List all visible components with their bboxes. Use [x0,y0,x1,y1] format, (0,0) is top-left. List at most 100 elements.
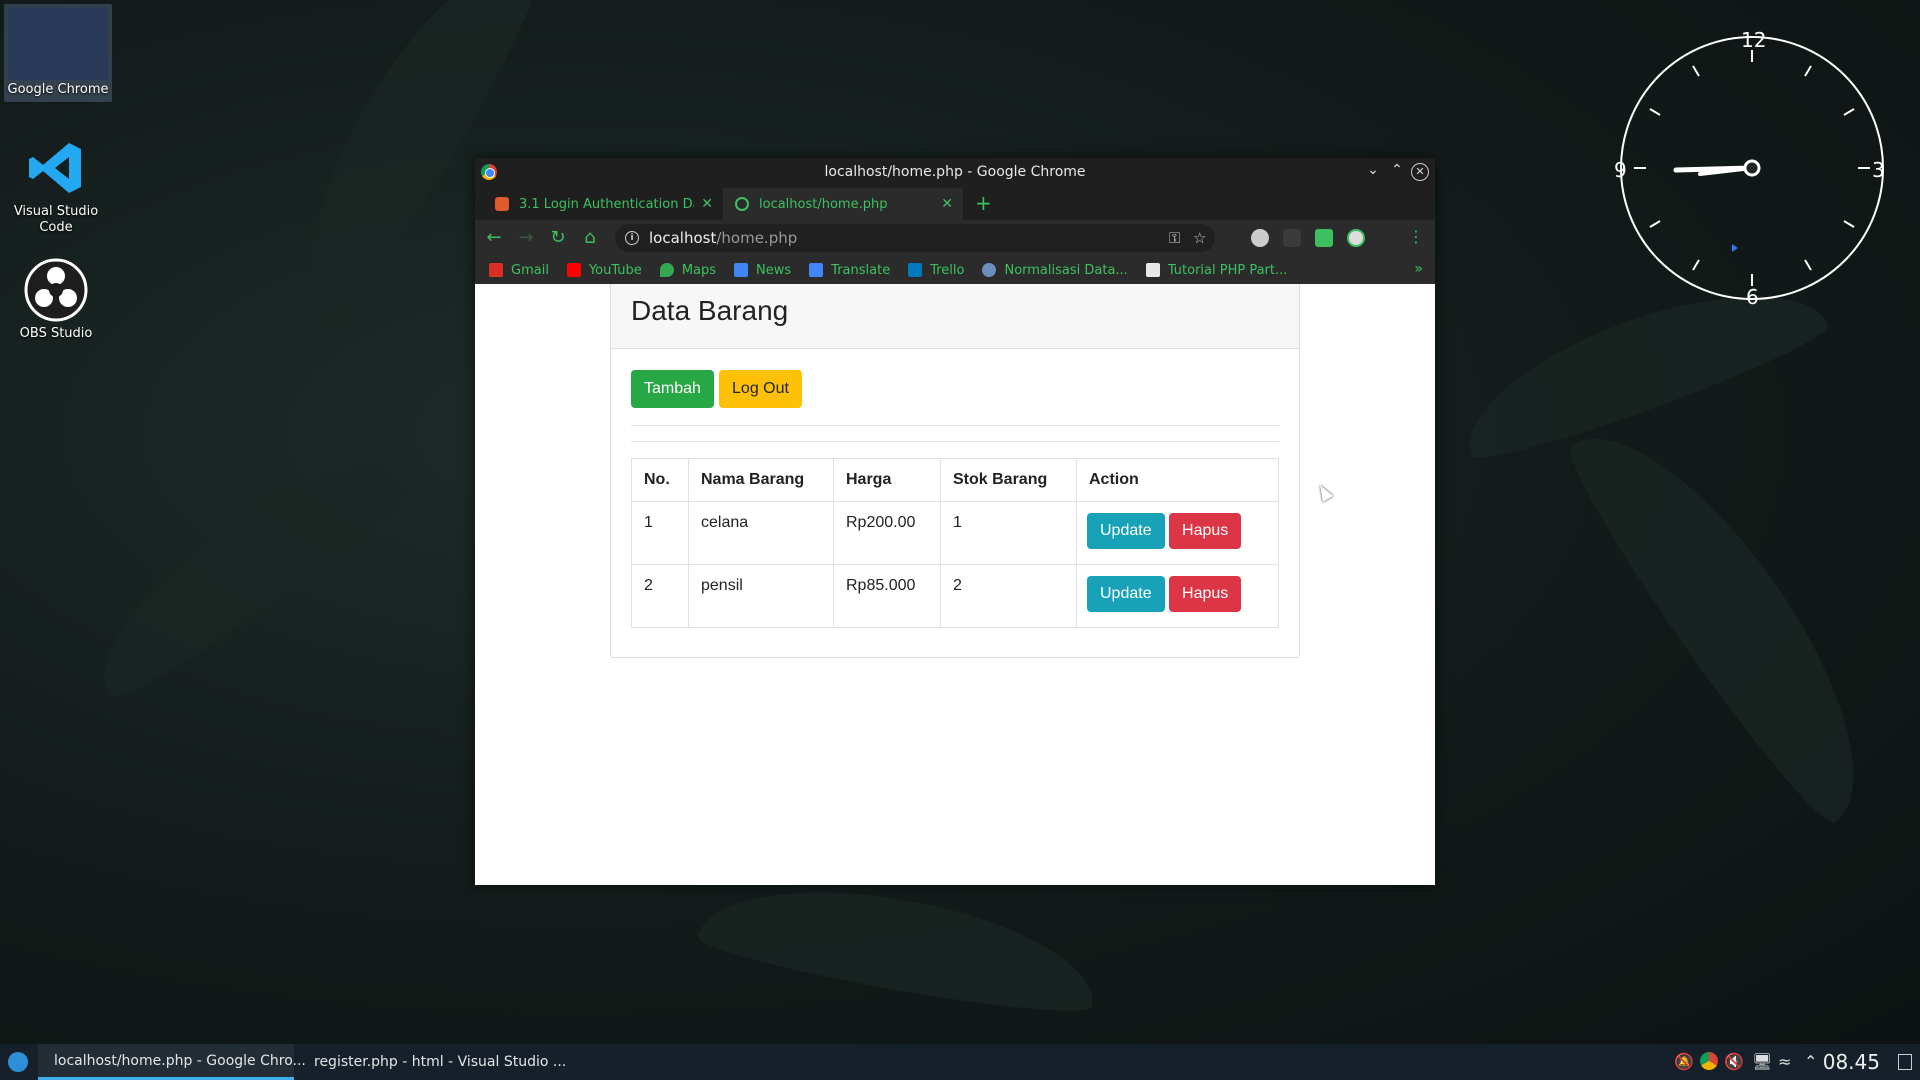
delete-button[interactable]: Hapus [1169,513,1242,549]
column-header-harga: Harga [833,458,941,502]
window-title: localhost/home.php - Google Chrome [824,164,1086,180]
profile-avatar[interactable] [1347,229,1365,247]
notifications-muted-icon[interactable]: 🔕 [1674,1052,1694,1071]
obs-icon [24,258,88,322]
display-icon[interactable]: 🖥 [1752,1052,1772,1071]
tray-expand-icon[interactable]: ⌃ [1804,1052,1817,1071]
table-row: 2 pensil Rp85.000 2 Update Hapus [631,564,1279,628]
add-button[interactable]: Tambah [631,370,714,408]
desktop-icon-label: Visual Studio Code [13,204,99,235]
clock-face [1634,50,1870,286]
bookmark-youtube[interactable]: YouTube [566,262,642,278]
extension-globe-icon[interactable] [1251,229,1269,247]
column-header-nama: Nama Barang [688,458,834,502]
update-button[interactable]: Update [1087,576,1165,612]
items-table: No. Nama Barang Harga Stok Barang Action… [631,458,1279,628]
bookmark-news[interactable]: News [734,263,791,278]
task-vscode[interactable]: register.php - html - Visual Studio ... [298,1044,566,1080]
task-chrome[interactable]: localhost/home.php - Google Chro... [38,1044,306,1080]
wallpaper-leaf [1553,395,1907,835]
wordpress-icon [982,263,997,277]
taskbar: localhost/home.php - Google Chro... regi… [0,1044,1920,1080]
close-tab-icon[interactable]: ✕ [941,196,953,212]
close-window-button[interactable]: ✕ [1411,163,1429,181]
clock-number-9: 9 [1614,158,1627,182]
clock-time[interactable]: 08.45 [1823,1050,1880,1074]
star-icon[interactable]: ☆ [1193,229,1206,247]
trello-favicon-icon [495,197,509,211]
chrome-icon [8,8,108,80]
trello-icon [908,263,923,277]
chrome-tray-icon[interactable] [1700,1052,1718,1070]
window-titlebar[interactable]: localhost/home.php - Google Chrome ⌄ ⌃ ✕ [475,158,1435,186]
cell-harga: Rp85.000 [833,564,941,628]
home-icon[interactable]: ⌂ [579,227,601,248]
tab-home[interactable]: localhost/home.php ✕ [723,188,963,220]
info-icon[interactable]: i [625,231,639,245]
browser-toolbar: ← → ↻ ⌂ i localhost/home.php ⚿ ☆ ⋮ [475,220,1435,256]
translate-icon [809,263,824,277]
clock-number-3: 3 [1872,158,1885,182]
wifi-icon[interactable]: ≈ [1778,1052,1791,1071]
bookmark-translate[interactable]: Translate [809,263,890,278]
address-bar[interactable]: i localhost/home.php ⚿ ☆ [615,224,1215,252]
bookmark-label: Normalisasi Data... [1004,262,1128,278]
bookmark-normalisasi[interactable]: Normalisasi Data... [982,262,1128,278]
card-header: Data Barang [611,284,1299,349]
clock-number-12: 12 [1741,28,1767,52]
minimize-icon[interactable]: ⌄ [1363,162,1383,178]
update-button[interactable]: Update [1087,513,1165,549]
extensions-puzzle-icon[interactable] [1315,229,1333,247]
logout-button[interactable]: Log Out [719,370,802,408]
bookmark-label: Translate [831,262,891,278]
forward-arrow-icon[interactable]: → [515,227,537,248]
back-arrow-icon[interactable]: ← [483,227,505,248]
bookmark-maps[interactable]: Maps [659,262,717,278]
wallpaper-leaf [68,419,432,711]
maximize-icon[interactable]: ⌃ [1387,162,1407,178]
bookmark-label: Trello [930,262,965,278]
table-row: 1 celana Rp200.00 1 Update Hapus [631,501,1279,565]
chrome-window: localhost/home.php - Google Chrome ⌄ ⌃ ✕… [475,158,1435,885]
clock-widget: 12 3 6 9 [1614,28,1885,309]
app-launcher-icon[interactable] [8,1052,28,1072]
gmail-icon [489,263,503,277]
desktop-icon-obs[interactable]: OBS Studio [2,258,110,342]
table-header-row: No. Nama Barang Harga Stok Barang Action [631,458,1279,502]
delete-button[interactable]: Hapus [1169,576,1242,612]
bookmark-label: YouTube [588,262,642,278]
address-host: localhost [649,229,717,247]
cell-no: 1 [631,501,689,565]
volume-muted-icon[interactable]: 🔇 [1724,1052,1744,1071]
menu-kebab-icon[interactable]: ⋮ [1405,227,1427,246]
bookmark-tutorial-php[interactable]: Tutorial PHP Part... [1145,263,1287,278]
tab-login-authentication[interactable]: 3.1 Login Authentication Data ✕ [483,188,723,220]
bookmark-label: News [756,262,792,278]
address-path: /home.php [716,229,798,247]
bookmark-label: Maps [681,262,717,278]
show-desktop-icon[interactable] [1898,1054,1912,1070]
vscode-icon [24,136,88,200]
cell-no: 2 [631,564,689,628]
bookmark-gmail[interactable]: Gmail [489,263,549,278]
wallpaper-leaf [695,865,1105,1025]
task-label: localhost/home.php - Google Chro... [54,1052,306,1069]
close-tab-icon[interactable]: ✕ [701,196,713,212]
cell-nama: celana [688,501,834,565]
key-icon[interactable]: ⚿ [1169,229,1180,247]
data-card: Data Barang Tambah Log Out No. Nama Bara… [610,284,1300,658]
desktop-icon-chrome[interactable]: Google Chrome [4,4,112,102]
more-bookmarks-icon[interactable]: » [1414,261,1423,277]
cell-nama: pensil [688,564,834,628]
task-label: register.php - html - Visual Studio ... [314,1054,567,1070]
action-buttons: Tambah Log Out [631,370,802,408]
extension-translate-icon[interactable] [1283,229,1301,247]
column-header-action: Action [1076,458,1279,502]
new-tab-button[interactable]: + [975,193,992,213]
desktop-icon-vscode[interactable]: Visual Studio Code [2,136,110,236]
bookmarks-bar: Gmail YouTube Maps News Translate Trello… [475,256,1435,284]
reload-icon[interactable]: ↻ [547,227,569,248]
bookmark-trello[interactable]: Trello [908,263,964,278]
tab-strip: 3.1 Login Authentication Data ✕ localhos… [475,186,1435,220]
column-header-stok: Stok Barang [940,458,1077,502]
